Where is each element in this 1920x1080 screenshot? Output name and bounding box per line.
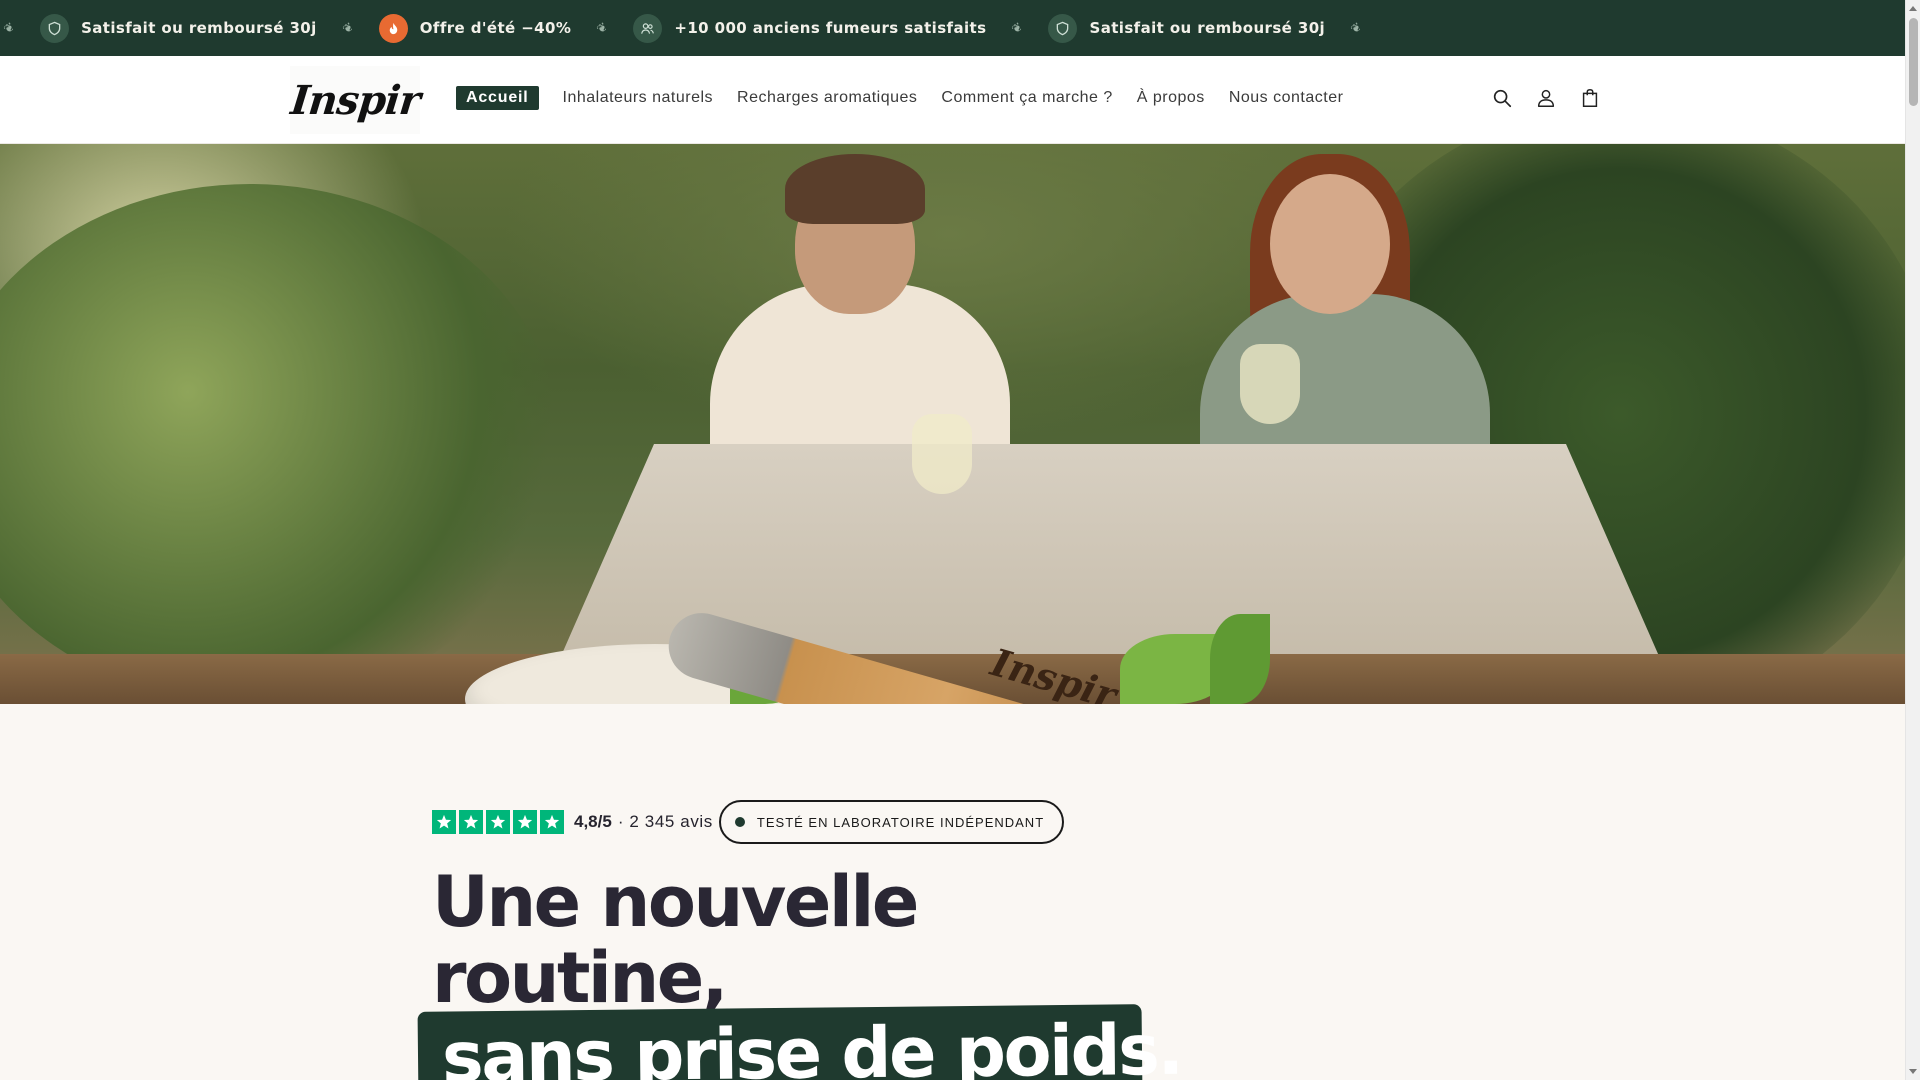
leaf-icon: ❦ [594, 19, 611, 37]
search-icon[interactable] [1490, 86, 1514, 110]
announcement-text: Satisfait ou remboursé 30j [81, 19, 317, 37]
status-dot-icon [734, 817, 745, 827]
lab-tested-label: TESTÉ EN LABORATOIRE INDÉPENDANT [756, 814, 1045, 830]
nav-item-recharges[interactable]: Recharges aromatiques [737, 86, 917, 110]
flame-icon [378, 13, 408, 43]
nav-item-comment-ca-marche[interactable]: Comment ça marche ? [941, 86, 1112, 110]
nav-item-a-propos[interactable]: À propos [1137, 86, 1205, 110]
leaf-icon: ❦ [339, 19, 356, 37]
header-actions [1490, 86, 1602, 110]
leaf-icon: ❦ [0, 19, 18, 37]
leaf-icon: ❦ [1009, 19, 1026, 37]
headline-highlight: sans prise de poids. [417, 1004, 1182, 1080]
hero-image: Inspir [0, 144, 1905, 704]
scrollbar-thumb[interactable] [1909, 18, 1918, 106]
announcement-text: Offre d'été −40% [419, 19, 572, 37]
scroll-down-arrow-icon[interactable] [1909, 1069, 1917, 1074]
nav-item-contact[interactable]: Nous contacter [1229, 86, 1344, 110]
shield-icon [40, 13, 70, 43]
main-nav: Accueil Inhalateurs naturels Recharges a… [456, 86, 1367, 110]
headline-line-2: routine, [432, 937, 728, 1019]
nav-item-accueil[interactable]: Accueil [456, 86, 539, 110]
shield-icon [1048, 13, 1078, 43]
announcement-item: Satisfait ou remboursé 30j [40, 13, 317, 43]
announcement-item: +10 000 anciens fumeurs satisfaits [633, 13, 987, 43]
announcement-bar: ❦ Satisfait ou remboursé 30j ❦ Offre d'é… [0, 0, 1905, 56]
page-scrollbar[interactable] [1905, 0, 1920, 1080]
announcement-text: Satisfait ou remboursé 30j [1089, 19, 1326, 37]
lab-tested-badge: TESTÉ EN LABORATOIRE INDÉPENDANT [718, 800, 1065, 844]
hero-wine-glass [1240, 344, 1300, 424]
rating-stars [432, 810, 564, 834]
page-title: Une nouvelle routine, [432, 861, 919, 1019]
rating-score: 4,8/5 [574, 812, 612, 831]
hero-content: 4,8/5 · 2 345 avis TESTÉ EN LABORATOIRE … [0, 704, 1905, 1080]
rating-row: 4,8/5 · 2 345 avis TESTÉ EN LABORATOIRE … [432, 800, 1065, 844]
announcement-track: ❦ Satisfait ou remboursé 30j ❦ Offre d'é… [0, 0, 1387, 56]
leaf-icon: ❦ [1348, 19, 1365, 37]
site-header: Inspir Accueil Inhalateurs naturels Rech… [0, 56, 1905, 144]
cart-icon[interactable] [1578, 86, 1602, 110]
logo-text: Inspir [288, 76, 422, 124]
star-icon [459, 810, 483, 834]
star-icon [513, 810, 537, 834]
nav-item-inhalateurs[interactable]: Inhalateurs naturels [563, 86, 714, 110]
scroll-up-arrow-icon[interactable] [1909, 6, 1917, 11]
hero-left-foliage [0, 184, 560, 704]
star-icon [486, 810, 510, 834]
hero-woman-face [1270, 174, 1390, 314]
hero-mint-leaf [1210, 614, 1270, 704]
star-icon [432, 810, 456, 834]
hero-wine-glass [912, 414, 972, 494]
star-icon [540, 810, 564, 834]
logo[interactable]: Inspir [288, 66, 422, 134]
announcement-item: Satisfait ou remboursé 30j [1048, 13, 1326, 43]
users-icon [633, 13, 663, 43]
headline-highlight-text: sans prise de poids. [441, 1008, 1182, 1080]
announcement-text: +10 000 anciens fumeurs satisfaits [674, 19, 987, 37]
announcement-item: Offre d'été −40% [378, 13, 572, 43]
hero-man-hair [785, 154, 925, 224]
headline-line-1: Une nouvelle [432, 861, 919, 943]
rating-reviews: · 2 345 avis [617, 812, 713, 831]
account-icon[interactable] [1534, 86, 1558, 110]
